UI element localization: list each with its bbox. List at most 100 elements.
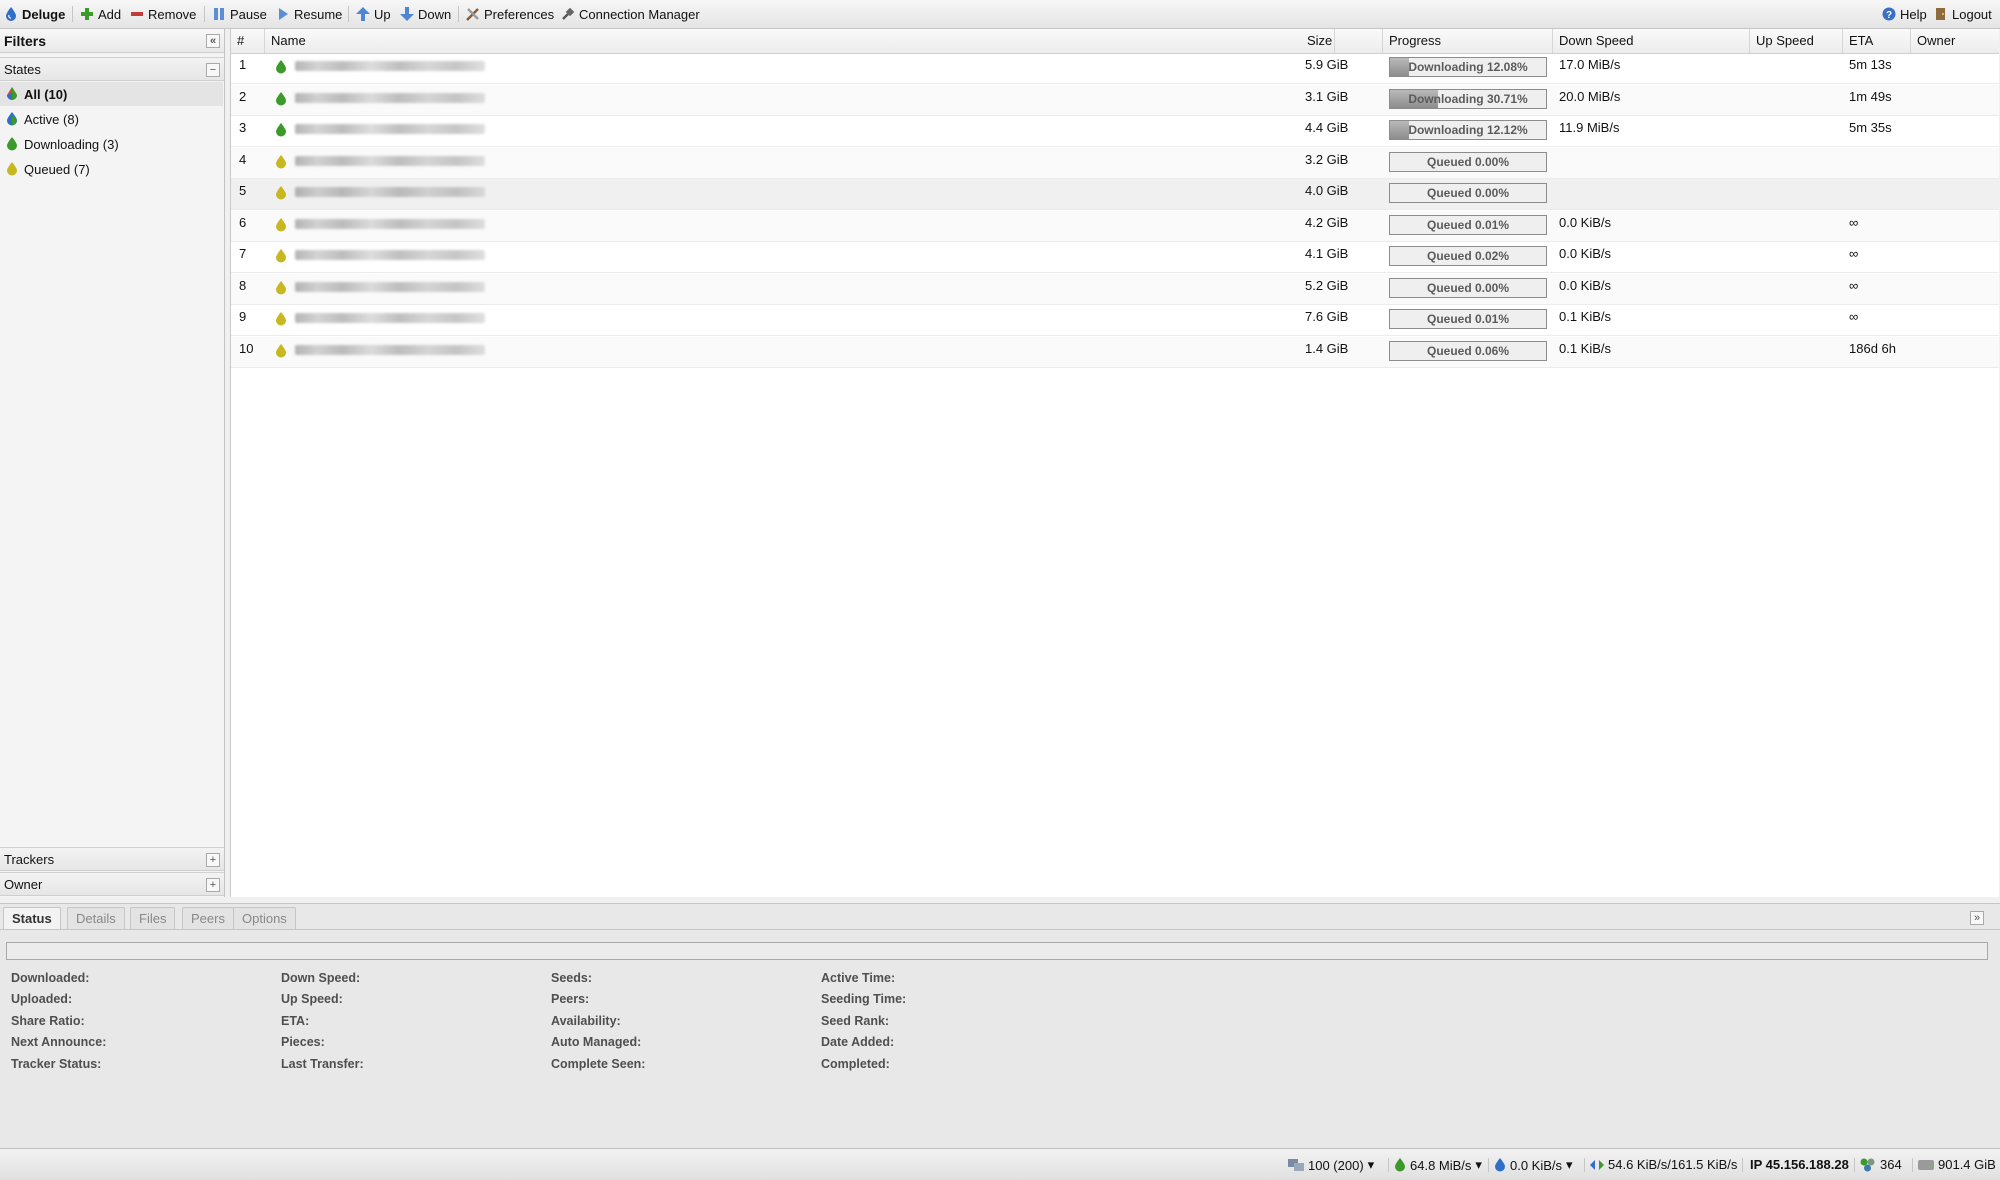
ip-value: IP 45.156.188.28 [1750, 1157, 1849, 1172]
column-header-progress[interactable]: Progress [1383, 29, 1553, 53]
column-header-down-speed[interactable]: Down Speed [1553, 29, 1750, 53]
progress-bar: Queued 0.01% [1389, 309, 1547, 329]
row-number: 5 [239, 183, 246, 198]
connections-icon [1288, 1158, 1304, 1172]
progress-bar: Queued 0.00% [1389, 152, 1547, 172]
collapse-states-button[interactable]: − [206, 63, 220, 77]
dht-nodes-value: 364 [1880, 1157, 1902, 1172]
queued-state-icon [275, 218, 287, 232]
progress-bar: Queued 0.02% [1389, 246, 1547, 266]
status-field-label: Down Speed: [281, 971, 360, 985]
queue-down-button[interactable]: Down [400, 4, 451, 24]
status-field-label: Active Time: [821, 971, 895, 985]
progress-bar: Queued 0.06% [1389, 341, 1547, 361]
torrent-name-redacted [295, 345, 485, 355]
download-speed-value: 64.8 MiB/s [1410, 1158, 1471, 1173]
state-filter-active[interactable]: Active (8) [0, 107, 223, 131]
down-speed-value: 0.1 KiB/s [1559, 309, 1611, 324]
torrent-grid: # Name Size Progress Down Speed Up Speed… [230, 29, 1999, 897]
upload-speed-status[interactable]: 0.0 KiB/s▾ [1494, 1157, 1573, 1173]
status-field-label: Pieces: [281, 1035, 325, 1049]
toolbar-separator [458, 6, 459, 22]
queue-up-button[interactable]: Up [356, 4, 391, 24]
active-state-icon [6, 112, 18, 126]
table-row[interactable]: 101.4 GiBQueued 0.06%0.1 KiB/s186d 6h [231, 337, 1999, 368]
torrent-name-redacted [295, 93, 485, 103]
download-speed-status[interactable]: 64.8 MiB/s▾ [1394, 1157, 1482, 1173]
resume-button[interactable]: Resume [276, 4, 342, 24]
column-header-number[interactable]: # [231, 29, 265, 53]
connection-manager-button[interactable]: Connection Manager [561, 4, 700, 24]
status-field-label: Next Announce: [11, 1035, 106, 1049]
state-filter-all[interactable]: All (10) [0, 82, 223, 106]
down-speed-value: 0.0 KiB/s [1559, 246, 1611, 261]
progress-text: Queued 0.00% [1390, 184, 1546, 202]
states-header[interactable]: States − [0, 57, 224, 81]
column-header-up-speed[interactable]: Up Speed [1750, 29, 1843, 53]
logout-label: Logout [1952, 7, 1992, 22]
table-row[interactable]: 85.2 GiBQueued 0.00%0.0 KiB/s∞ [231, 274, 1999, 305]
size-value: 4.2 GiB [1305, 215, 1348, 230]
collapse-sidebar-button[interactable]: « [206, 34, 220, 48]
column-header-name[interactable]: Name [265, 29, 1335, 53]
table-row[interactable]: 97.6 GiBQueued 0.01%0.1 KiB/s∞ [231, 305, 1999, 336]
tab-status[interactable]: Status [3, 907, 61, 929]
selected-torrent-progress-bar [6, 942, 1988, 960]
deluge-logo-icon [4, 7, 18, 21]
row-number: 7 [239, 246, 246, 261]
eta-value: ∞ [1849, 215, 1858, 230]
eta-value: ∞ [1849, 309, 1858, 324]
preferences-label: Preferences [484, 7, 554, 22]
table-row[interactable]: 74.1 GiBQueued 0.02%0.0 KiB/s∞ [231, 242, 1999, 273]
status-separator [1854, 1158, 1855, 1172]
state-label: Active (8) [24, 112, 79, 127]
down-speed-value: 0.0 KiB/s [1559, 278, 1611, 293]
pause-button[interactable]: Pause [212, 4, 267, 24]
tab-options[interactable]: Options [233, 907, 296, 929]
status-bar: 100 (200)▾ 64.8 MiB/s▾ 0.0 KiB/s▾ 54.6 K… [0, 1148, 2000, 1180]
expand-owner-button[interactable]: + [206, 878, 220, 892]
progress-text: Queued 0.00% [1390, 279, 1546, 297]
table-row[interactable]: 54.0 GiBQueued 0.00% [231, 179, 1999, 210]
progress-text: Downloading 12.08% [1390, 58, 1546, 76]
column-header-size[interactable]: Size [1301, 29, 1383, 53]
status-field-label: Complete Seen: [551, 1057, 645, 1071]
state-label: All (10) [24, 87, 67, 102]
column-header-eta[interactable]: ETA [1843, 29, 1911, 53]
torrent-name-redacted [295, 61, 485, 71]
column-header-owner[interactable]: Owner [1911, 29, 1999, 53]
tab-details[interactable]: Details [67, 907, 125, 929]
preferences-button[interactable]: Preferences [466, 4, 554, 24]
status-field-label: Auto Managed: [551, 1035, 641, 1049]
owner-header[interactable]: Owner + [0, 872, 224, 896]
add-button[interactable]: Add [80, 4, 121, 24]
tab-peers[interactable]: Peers [182, 907, 234, 929]
connections-status[interactable]: 100 (200)▾ [1288, 1157, 1374, 1173]
down-speed-value: 0.1 KiB/s [1559, 341, 1611, 356]
table-row[interactable]: 15.9 GiBDownloading 12.08%17.0 MiB/s5m 1… [231, 53, 1999, 84]
toolbar-separator [204, 6, 205, 22]
table-row[interactable]: 64.2 GiBQueued 0.01%0.0 KiB/s∞ [231, 211, 1999, 242]
status-field-label: Date Added: [821, 1035, 894, 1049]
add-icon [80, 7, 94, 21]
help-button[interactable]: ? Help [1882, 4, 1927, 24]
trackers-header[interactable]: Trackers + [0, 847, 224, 871]
owner-title: Owner [4, 877, 42, 892]
collapse-details-button[interactable]: » [1970, 911, 1984, 925]
table-row[interactable]: 23.1 GiBDownloading 30.71%20.0 MiB/s1m 4… [231, 85, 1999, 116]
all-states-icon [6, 87, 18, 101]
logout-button[interactable]: Logout [1934, 4, 1992, 24]
toolbar: Deluge Add Remove Pause Resume Up Down P… [0, 0, 2000, 29]
expand-trackers-button[interactable]: + [206, 853, 220, 867]
state-filter-downloading[interactable]: Downloading (3) [0, 132, 223, 156]
state-filter-queued[interactable]: Queued (7) [0, 157, 223, 181]
table-row[interactable]: 34.4 GiBDownloading 12.12%11.9 MiB/s5m 3… [231, 116, 1999, 147]
tab-files[interactable]: Files [130, 907, 175, 929]
remove-button[interactable]: Remove [130, 4, 196, 24]
table-row[interactable]: 43.2 GiBQueued 0.00% [231, 148, 1999, 179]
down-speed-value: 11.9 MiB/s [1559, 120, 1619, 135]
tab-divider [0, 929, 2000, 930]
arrow-down-icon [400, 7, 414, 21]
status-field-label: Last Transfer: [281, 1057, 364, 1071]
size-value: 7.6 GiB [1305, 309, 1348, 324]
